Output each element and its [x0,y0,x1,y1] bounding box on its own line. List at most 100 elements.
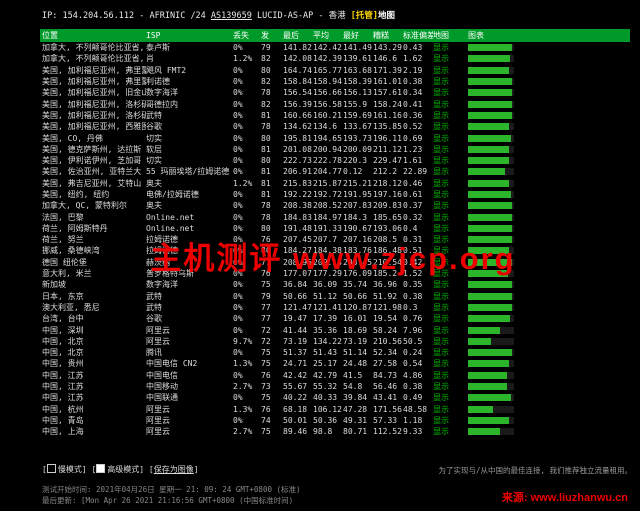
avg-cell: 204.77 [313,167,342,177]
avg-cell: 222.78 [313,156,342,166]
isp-cell: 谷歌 [146,122,162,132]
last-cell: 160.66 [283,110,312,120]
latency-bar-fill [468,360,510,368]
chart-cell [468,303,538,311]
loss-cell: 0% [233,291,243,301]
map-show-link[interactable]: 显示 [433,347,468,358]
col-best[interactable]: 最好 [343,30,373,41]
map-show-link[interactable]: 显示 [433,426,468,437]
chart-cell [468,292,538,300]
col-chart[interactable]: 图表 [468,30,538,41]
best-cell: 159.69 [343,110,372,120]
avg-cell: 142.39 [313,54,342,64]
col-sent[interactable]: 发 [261,30,283,41]
asn-link[interactable]: AS139659 [211,11,252,21]
map-show-link[interactable]: 显示 [433,415,468,426]
slow-mode-checkbox[interactable] [46,464,56,473]
last-cell: 36.84 [283,280,308,290]
last-cell: 156.54 [283,88,312,98]
location-cell: 中国, 深圳 [42,325,84,335]
location-cell: 美国, 德克萨斯州, 达拉斯 [42,144,142,154]
sent-cell: 77 [261,314,271,324]
location-cell: 美国, 加利福尼亚州, 弗里蒙特 [42,65,146,75]
map-show-link[interactable]: 显示 [433,155,468,166]
map-show-link[interactable]: 显示 [433,166,468,177]
col-loss[interactable]: 丢失 [233,30,261,41]
avg-cell: 51.12 [313,291,338,301]
stdev-cell: 48.58 [403,404,428,414]
map-show-link[interactable]: 显示 [433,53,468,64]
sent-cell: 81 [261,110,271,120]
last-cell: 215.83 [283,178,312,188]
map-show-link[interactable]: 显示 [433,99,468,110]
col-last[interactable]: 最后 [283,30,313,41]
map-show-link[interactable]: 显示 [433,358,468,369]
map-show-link[interactable]: 显示 [433,279,468,290]
location-cell: 美国, 弗吉尼亚州, 艾特山 [42,178,142,188]
isp-cell: 利诺德 [146,77,170,87]
map-show-link[interactable]: 显示 [433,76,468,87]
col-worst[interactable]: 糟糕 [373,30,403,41]
latency-bar-fill [468,213,512,221]
best-cell: 0.12 [343,167,363,177]
col-map[interactable]: 地图 [433,30,468,41]
avg-cell: 200.94 [313,144,342,154]
chart-cell [468,191,538,198]
latency-bar [468,157,514,165]
latency-bar-fill [468,292,512,300]
map-show-link[interactable]: 显示 [433,302,468,313]
map-show-link[interactable]: 显示 [433,133,468,144]
map-show-link[interactable]: 显示 [433,121,468,132]
map-show-link[interactable]: 显示 [433,144,468,155]
map-show-link[interactable]: 显示 [433,336,468,347]
chart-cell [468,66,538,74]
test-start-time: 测试开始时间: 2021年04月26日 星期一 21: 09: 24 GMT+0… [42,485,301,494]
chart-cell [468,326,538,334]
table-row: 美国, 伊利诺伊州, 芝加哥 切实 0% 80 222.73 222.78 220.3 229… [40,155,630,166]
slow-mode-label: 慢模式 [57,465,82,474]
loss-cell: 2.7% [233,382,253,392]
map-show-link[interactable]: 显示 [433,65,468,76]
location-cell: 美国, 加利福尼亚州, 洛杉矶 [42,110,146,120]
map-show-link[interactable]: 显示 [433,200,468,211]
map-show-link[interactable]: 显示 [433,291,468,302]
worst-cell: 161.01 [373,77,402,87]
chart-cell [468,168,538,176]
loss-cell: 0% [233,415,243,425]
map-show-link[interactable]: 显示 [433,87,468,98]
avg-cell: 40.33 [313,393,338,403]
col-location[interactable]: 位置 [40,30,146,41]
worst-cell: 171.56 [373,404,402,414]
stdev-cell: 0.49 [403,393,423,403]
map-show-link[interactable]: 显示 [433,392,468,403]
map-show-link[interactable]: 显示 [433,42,468,53]
map-show-link[interactable]: 显示 [433,313,468,324]
location-cell: 中国, 江苏 [42,393,84,403]
map-link[interactable]: 地图 [378,11,395,21]
map-show-link[interactable]: 显示 [433,178,468,189]
save-image-link[interactable]: 保存为图像 [154,465,194,474]
last-cell: 156.39 [283,99,312,109]
col-isp[interactable]: ISP [146,31,233,40]
chart-cell [468,337,538,345]
loss-cell: 0% [233,302,243,312]
advanced-mode-checkbox[interactable] [96,464,106,473]
col-stdev[interactable]: 标准偏差 [403,30,433,41]
chart-cell [468,179,538,187]
sent-cell: 75 [261,359,271,369]
map-show-link[interactable]: 显示 [433,381,468,392]
map-show-link[interactable]: 显示 [433,404,468,415]
col-avg[interactable]: 平均 [313,30,343,41]
isp-cell: 切实 [146,133,162,143]
map-show-link[interactable]: 显示 [433,325,468,336]
location-cell: 中国, 杭州 [42,404,84,414]
map-show-link[interactable]: 显示 [433,212,468,223]
map-show-link[interactable]: 显示 [433,370,468,381]
avg-cell: 36.09 [313,280,338,290]
worst-cell: 171.39 [373,65,402,75]
sent-cell: 76 [261,370,271,380]
map-show-link[interactable]: 显示 [433,189,468,200]
stdev-cell: 0.37 [403,201,423,211]
map-show-link[interactable]: 显示 [433,110,468,121]
chart-cell [468,111,538,119]
